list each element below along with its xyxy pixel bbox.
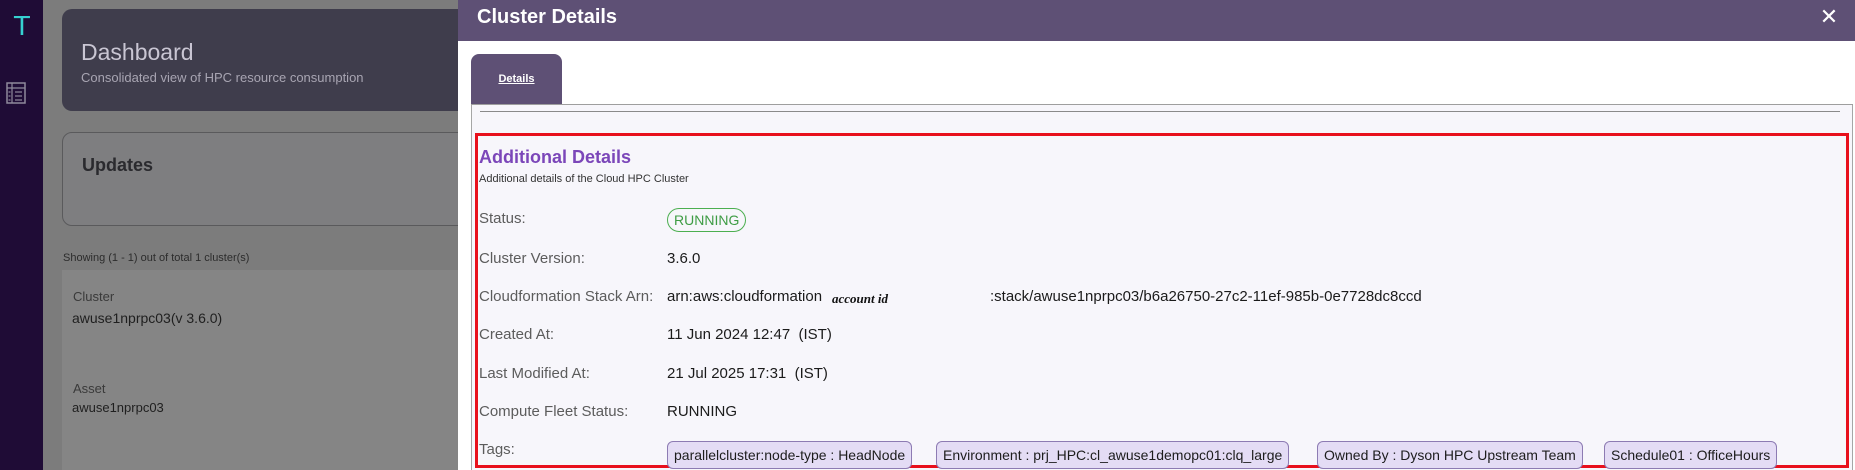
- left-nav-rail: T: [0, 0, 43, 470]
- last-modified-label: Last Modified At:: [479, 365, 590, 382]
- results-count-text: Showing (1 - 1) out of total 1 cluster(s…: [63, 252, 250, 264]
- compute-fleet-status-value: RUNNING: [667, 403, 737, 420]
- tag-chip: Owned By : Dyson HPC Upstream Team: [1317, 441, 1583, 469]
- dashboard-subtitle: Consolidated view of HPC resource consum…: [81, 70, 364, 85]
- tag-chip: Schedule01 : OfficeHours: [1604, 441, 1778, 469]
- stack-arn-label: Cloudformation Stack Arn:: [479, 288, 654, 305]
- cluster-details-drawer: Cluster Details ✕ Details Additional Det…: [458, 0, 1855, 470]
- created-at-value: 11 Jun 2024 12:47 (IST): [667, 326, 832, 343]
- stack-arn-prefix: arn:aws:cloudformation: [667, 288, 823, 305]
- asset-label: Asset: [73, 381, 106, 396]
- last-modified-value: 21 Jul 2025 17:31 (IST): [667, 365, 828, 382]
- cluster-version-value: 3.6.0: [667, 250, 701, 267]
- section-title: Additional Details: [479, 147, 632, 167]
- cluster-label: Cluster: [73, 289, 115, 304]
- tag-chip: parallelcluster:node-type : HeadNode: [667, 441, 913, 469]
- tag-chip: Environment : prj_HPC:cl_awuse1demopc01:…: [936, 441, 1290, 469]
- updates-card: [62, 132, 482, 226]
- divider: [480, 111, 1840, 112]
- updates-title: Updates: [82, 155, 154, 175]
- section-subtitle: Additional details of the Cloud HPC Clus…: [479, 173, 689, 185]
- cluster-version-label: Cluster Version:: [479, 250, 585, 267]
- account-id-redaction: account id: [832, 291, 888, 306]
- created-at-label: Created At:: [479, 326, 555, 343]
- status-label: Status:: [479, 210, 526, 227]
- tab-details[interactable]: Details: [471, 54, 562, 105]
- tags-label: Tags:: [479, 441, 515, 458]
- asset-value: awuse1nprpc03: [72, 400, 164, 415]
- compute-fleet-status-label: Compute Fleet Status:: [479, 403, 629, 420]
- close-icon[interactable]: ✕: [1819, 6, 1839, 28]
- drawer-title: Cluster Details: [477, 6, 618, 28]
- app-logo[interactable]: T: [9, 12, 35, 42]
- cluster-value: awuse1nprpc03(v 3.6.0): [72, 310, 223, 326]
- stack-arn-suffix: :stack/awuse1nprpc03/b6a26750-27c2-11ef-…: [990, 288, 1422, 305]
- table-icon[interactable]: [6, 82, 26, 104]
- status-badge: RUNNING: [667, 208, 747, 232]
- cluster-list-card: [62, 270, 482, 470]
- drawer-header: Cluster Details ✕: [458, 0, 1855, 41]
- dashboard-title: Dashboard: [81, 39, 194, 65]
